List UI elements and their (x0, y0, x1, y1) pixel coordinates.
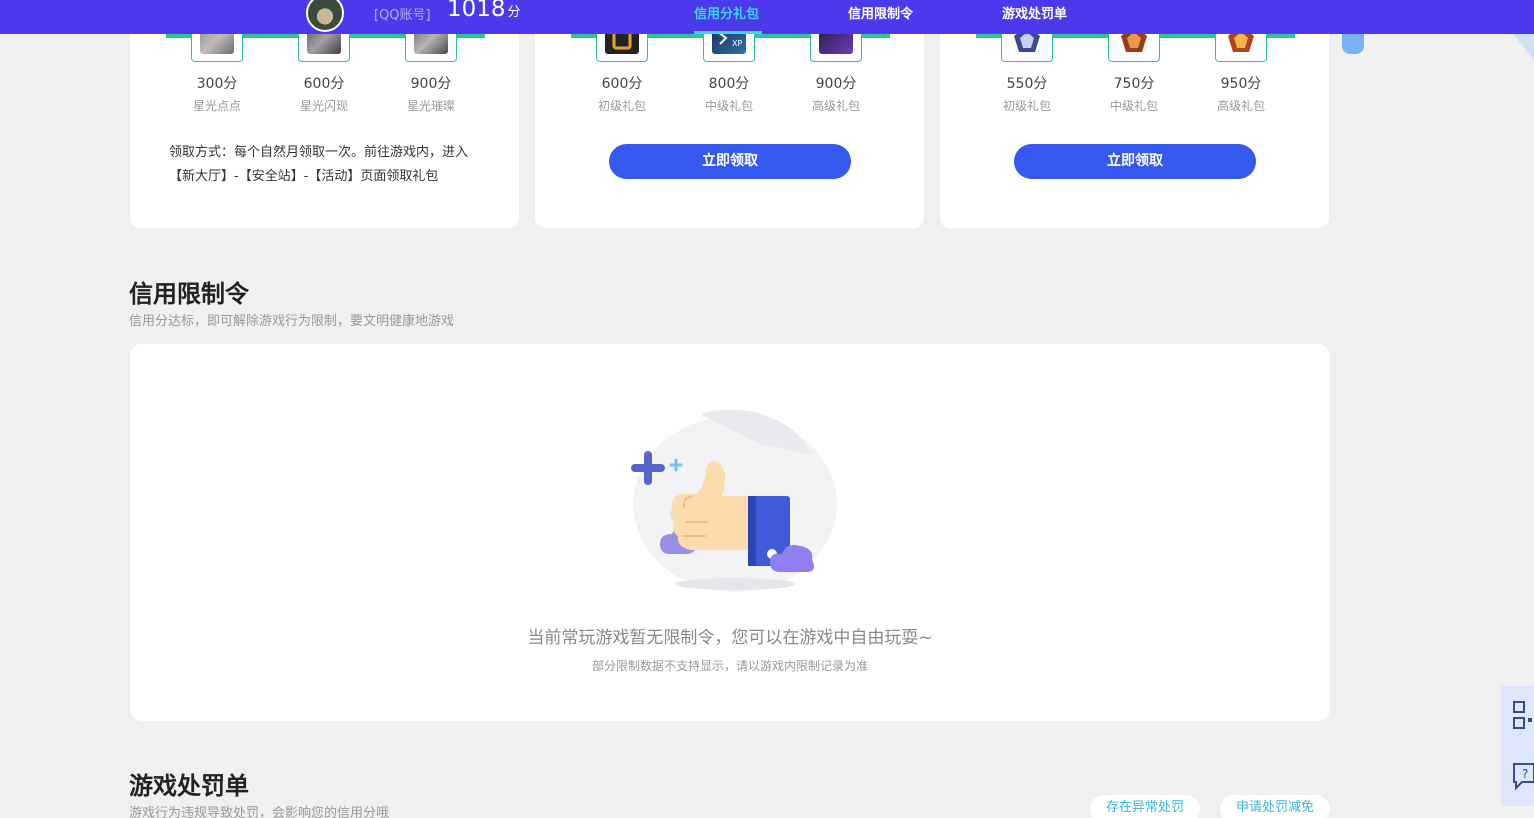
restriction-empty-panel: 当前常玩游戏暂无限制令，您可以在游戏中自由玩耍~ 部分限制数据不支持显示，请以游… (130, 344, 1330, 721)
svg-text:?: ? (1522, 767, 1528, 781)
gift-item[interactable]: 600分 星光闪现 (284, 22, 364, 114)
gift-name: 初级礼包 (597, 99, 646, 113)
nav-tab-restrictions[interactable]: 信用限制令 (848, 3, 913, 22)
penalty-reduction-button[interactable]: 申请处罚减免 (1220, 795, 1330, 818)
credit-score: 1018 分 (447, 0, 521, 22)
credit-score-unit: 分 (507, 5, 521, 20)
account-label: [QQ账号] (374, 8, 431, 23)
gift-name: 高级礼包 (1216, 99, 1265, 113)
help-chat-icon: ? (1513, 763, 1534, 791)
gift-points: 600分 (303, 76, 345, 92)
nav-tab-credit-gifts[interactable]: 信用分礼包 (694, 3, 759, 22)
gift-item[interactable]: 600分 初级礼包 (582, 22, 662, 114)
gift-item[interactable]: 900分 星光璀璨 (391, 22, 471, 114)
penalty-section-title: 游戏处罚单 (129, 772, 249, 800)
qr-code-tool[interactable] (1501, 686, 1534, 746)
svg-text:XP: XP (732, 39, 742, 48)
gift-card-packs: 600分 初级礼包 XP 800分 中级礼包 900分 高级礼包 立即领取 (535, 0, 924, 228)
abnormal-penalty-button[interactable]: 存在异常处罚 (1090, 795, 1200, 818)
gift-item[interactable]: 950分 高级礼包 (1201, 22, 1281, 114)
gift-points: 800分 (708, 76, 750, 92)
claim-button[interactable]: 立即领取 (609, 144, 851, 179)
gift-points: 750分 (1113, 76, 1155, 92)
help-tool[interactable]: ? (1501, 746, 1534, 806)
gift-points: 600分 (601, 76, 643, 92)
gift-item[interactable]: XP 800分 中级礼包 (689, 22, 769, 114)
credit-score-value: 1018 (447, 0, 506, 22)
gift-points: 900分 (815, 76, 857, 92)
gift-name: 中级礼包 (1109, 99, 1158, 113)
gift-points: 950分 (1220, 76, 1262, 92)
penalty-section-subtitle: 游戏行为违规导致处罚，会影响您的信用分哦 (129, 806, 390, 818)
corner-ribbon (1513, 34, 1534, 60)
empty-state-message: 当前常玩游戏暂无限制令，您可以在游戏中自由玩耍~ (527, 628, 933, 648)
nav-tab-penalties[interactable]: 游戏处罚单 (1002, 3, 1067, 22)
restriction-section-subtitle: 信用分达标，即可解除游戏行为限制，要文明健康地游戏 (129, 314, 455, 329)
gift-item[interactable]: 900分 高级礼包 (796, 22, 876, 114)
gift-name: 中级礼包 (704, 99, 753, 113)
restriction-section-title: 信用限制令 (129, 280, 249, 308)
claim-instructions: 领取方式：每个自然月领取一次。前往游戏内，进入【新大厅】-【安全站】-【活动】页… (169, 145, 469, 184)
gift-name: 高级礼包 (811, 99, 860, 113)
empty-state-note: 部分限制数据不支持显示，请以游戏内限制记录为准 (591, 659, 868, 673)
gift-item[interactable]: 300分 星光点点 (177, 22, 257, 114)
gift-item[interactable]: 750分 中级礼包 (1094, 22, 1174, 114)
nav-active-indicator (694, 31, 762, 34)
gift-points: 300分 (196, 76, 238, 92)
gift-name: 初级礼包 (1002, 99, 1051, 113)
avatar[interactable] (306, 0, 344, 32)
gift-name: 星光点点 (192, 99, 241, 113)
qr-code-icon (1513, 701, 1532, 729)
thumbs-up-illustration (631, 409, 837, 592)
gift-points: 900分 (410, 76, 452, 92)
gift-card-skins: 300分 星光点点 600分 星光闪现 900分 星光璀璨 领取方式：每个自然月… (130, 0, 519, 228)
gift-card-ranks: 550分 初级礼包 750分 中级礼包 950分 高级礼包 立即领取 (940, 0, 1329, 228)
claim-button[interactable]: 立即领取 (1014, 144, 1256, 179)
gift-item[interactable]: 550分 初级礼包 (987, 22, 1067, 114)
gift-name: 星光璀璨 (406, 99, 455, 113)
floating-tab[interactable] (1342, 34, 1364, 54)
gift-points: 550分 (1006, 76, 1048, 92)
gift-name: 星光闪现 (299, 99, 348, 113)
top-bar: [QQ账号] 1018 分 信用分礼包 信用限制令 游戏处罚单 (0, 0, 1534, 34)
